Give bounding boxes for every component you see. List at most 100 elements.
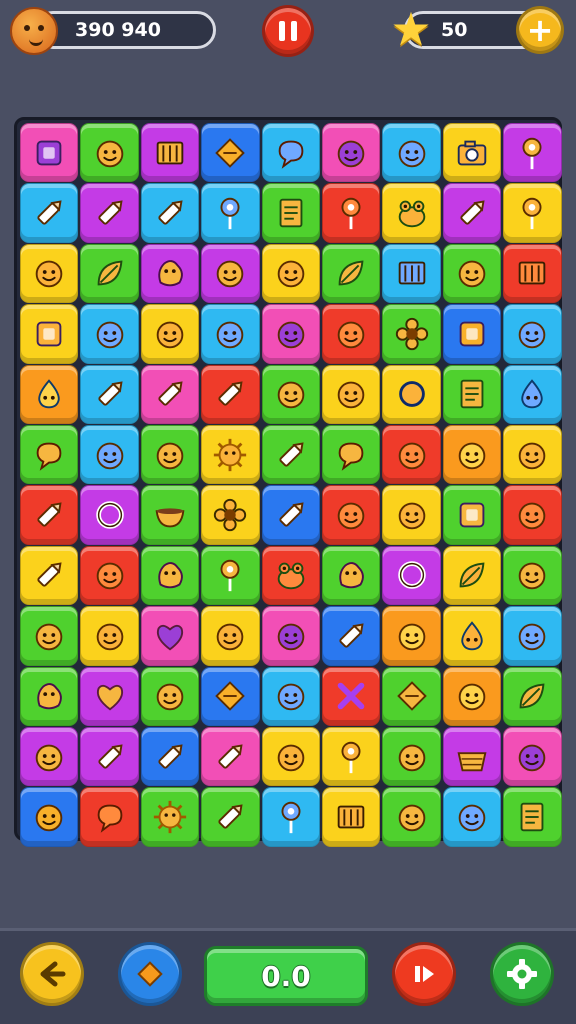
- tile-r11-c7[interactable]: [382, 726, 441, 787]
- tile-r12-c3[interactable]: [140, 787, 200, 847]
- tile-r2-c4[interactable]: [201, 183, 260, 243]
- tile-r12-c9[interactable]: [503, 787, 562, 847]
- tile-r7-c9[interactable]: [503, 485, 562, 545]
- tile-r4-c9[interactable]: [503, 304, 562, 364]
- tile-r5-c2[interactable]: [80, 364, 139, 424]
- tile-r7-c4[interactable]: [201, 485, 260, 545]
- tile-r7-c2[interactable]: [80, 485, 139, 545]
- tile-r9-c3[interactable]: [140, 606, 200, 666]
- tile-r11-c3[interactable]: [140, 726, 200, 787]
- tile-r3-c9[interactable]: [503, 243, 562, 304]
- tile-r9-c1[interactable]: [20, 606, 79, 666]
- tile-r4-c3[interactable]: [140, 304, 200, 364]
- tile-r1-c6[interactable]: [321, 123, 381, 183]
- tile-r7-c8[interactable]: [442, 485, 502, 545]
- tile-r1-c5[interactable]: [261, 123, 320, 183]
- tile-r2-c7[interactable]: [382, 183, 441, 243]
- tile-r6-c4[interactable]: [201, 424, 260, 485]
- tile-r12-c5[interactable]: [261, 787, 320, 847]
- booster-button[interactable]: [118, 942, 182, 1006]
- tile-r11-c5[interactable]: [261, 726, 320, 787]
- tile-r3-c4[interactable]: [201, 243, 260, 304]
- tile-r10-c7[interactable]: [382, 666, 441, 726]
- tile-r1-c7[interactable]: [382, 123, 441, 183]
- tile-r11-c2[interactable]: [80, 726, 139, 787]
- pause-button[interactable]: [262, 5, 314, 57]
- tile-r2-c3[interactable]: [140, 183, 200, 243]
- tile-r2-c1[interactable]: [20, 183, 79, 243]
- tile-r2-c6[interactable]: [321, 183, 381, 243]
- back-button[interactable]: [20, 942, 84, 1006]
- tile-r10-c9[interactable]: [503, 666, 562, 726]
- tile-r12-c1[interactable]: [20, 787, 79, 847]
- tile-r4-c2[interactable]: [80, 304, 139, 364]
- tile-r11-c1[interactable]: [20, 726, 79, 787]
- tile-r9-c7[interactable]: [382, 606, 441, 666]
- tile-r8-c9[interactable]: [503, 545, 562, 606]
- tile-r5-c6[interactable]: [321, 364, 381, 424]
- tile-r9-c4[interactable]: [201, 606, 260, 666]
- tile-r6-c9[interactable]: [503, 424, 562, 485]
- tile-r8-c1[interactable]: [20, 545, 79, 606]
- add-stars-button[interactable]: +: [516, 6, 564, 54]
- tile-r5-c1[interactable]: [20, 364, 79, 424]
- tile-r8-c5[interactable]: [261, 545, 320, 606]
- tile-r6-c8[interactable]: [442, 424, 502, 485]
- tile-r6-c7[interactable]: [382, 424, 441, 485]
- tile-r1-c9[interactable]: [503, 123, 562, 183]
- tile-r8-c6[interactable]: [321, 545, 381, 606]
- tile-r9-c9[interactable]: [503, 606, 562, 666]
- tile-r6-c5[interactable]: [261, 424, 320, 485]
- tile-r6-c1[interactable]: [20, 424, 79, 485]
- tile-r10-c2[interactable]: [80, 666, 139, 726]
- tile-r5-c7[interactable]: [382, 364, 441, 424]
- tile-r7-c3[interactable]: [140, 485, 200, 545]
- tile-r11-c9[interactable]: [503, 726, 562, 787]
- tile-r4-c8[interactable]: [442, 304, 502, 364]
- tile-r3-c2[interactable]: [80, 243, 139, 304]
- tile-r5-c4[interactable]: [201, 364, 260, 424]
- tile-r11-c6[interactable]: [321, 726, 381, 787]
- tile-r11-c8[interactable]: [442, 726, 502, 787]
- tile-r3-c5[interactable]: [261, 243, 320, 304]
- settings-button[interactable]: [490, 942, 554, 1006]
- tile-r10-c5[interactable]: [261, 666, 320, 726]
- tile-r12-c6[interactable]: [321, 787, 381, 847]
- tile-r6-c6[interactable]: [321, 424, 381, 485]
- tile-r12-c7[interactable]: [382, 787, 441, 847]
- tile-r3-c1[interactable]: [20, 243, 79, 304]
- tile-r7-c5[interactable]: [261, 485, 320, 545]
- tile-r8-c3[interactable]: [140, 545, 200, 606]
- tile-r5-c5[interactable]: [261, 364, 320, 424]
- tile-r9-c8[interactable]: [442, 606, 502, 666]
- tile-r10-c4[interactable]: [201, 666, 260, 726]
- tile-r11-c4[interactable]: [201, 726, 260, 787]
- tile-r2-c5[interactable]: [261, 183, 320, 243]
- tile-r4-c4[interactable]: [201, 304, 260, 364]
- tile-r9-c5[interactable]: [261, 606, 320, 666]
- tile-r2-c2[interactable]: [80, 183, 139, 243]
- tile-r1-c3[interactable]: [140, 123, 200, 183]
- tile-r2-c8[interactable]: [442, 183, 502, 243]
- tile-r5-c9[interactable]: [503, 364, 562, 424]
- tile-r7-c1[interactable]: [20, 485, 79, 545]
- tile-r6-c3[interactable]: [140, 424, 200, 485]
- tile-r3-c7[interactable]: [382, 243, 441, 304]
- tile-r8-c2[interactable]: [80, 545, 139, 606]
- tile-r5-c3[interactable]: [140, 364, 200, 424]
- tile-r8-c7[interactable]: [382, 545, 441, 606]
- tile-r2-c9[interactable]: [503, 183, 562, 243]
- tile-r3-c8[interactable]: [442, 243, 502, 304]
- tile-r12-c4[interactable]: [201, 787, 260, 847]
- tile-r4-c6[interactable]: [321, 304, 381, 364]
- tile-r9-c2[interactable]: [80, 606, 139, 666]
- tile-r7-c6[interactable]: [321, 485, 381, 545]
- tile-r1-c1[interactable]: [20, 123, 79, 183]
- tile-r3-c6[interactable]: [321, 243, 381, 304]
- tile-r6-c2[interactable]: [80, 424, 139, 485]
- tile-r8-c8[interactable]: [442, 545, 502, 606]
- tile-r12-c2[interactable]: [80, 787, 139, 847]
- tile-r4-c1[interactable]: [20, 304, 79, 364]
- tile-r10-c8[interactable]: [442, 666, 502, 726]
- skip-button[interactable]: [392, 942, 456, 1006]
